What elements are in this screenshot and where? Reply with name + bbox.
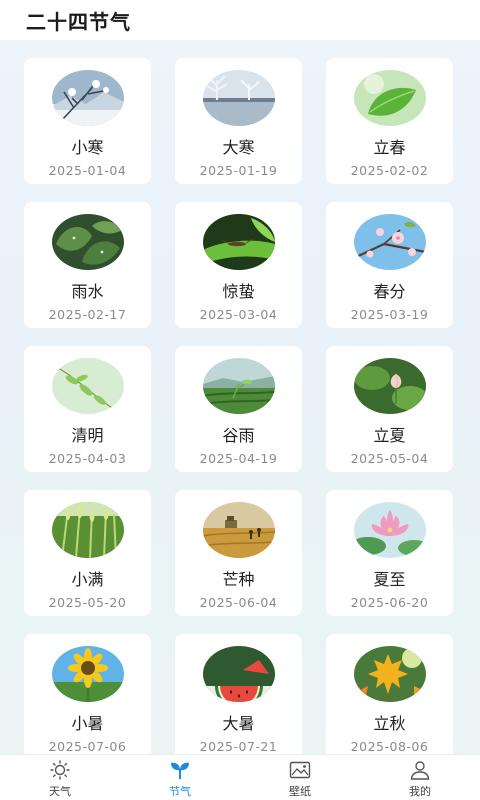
solar-term-image — [51, 358, 124, 414]
solar-term-date: 2025-06-20 — [350, 595, 429, 610]
tab-mine-label: 我的 — [409, 785, 431, 798]
tab-weather-label: 天气 — [49, 785, 71, 798]
solar-term-date: 2025-03-19 — [350, 307, 429, 322]
image-icon — [289, 761, 311, 779]
user-icon — [410, 761, 430, 780]
solar-term-image — [353, 214, 426, 270]
solar-term-image — [353, 70, 426, 126]
solar-term-date: 2025-06-04 — [199, 595, 278, 610]
solar-term-name: 芒种 — [222, 570, 255, 589]
page-title: 二十四节气 — [26, 9, 131, 34]
solar-term-image — [353, 502, 426, 558]
sun-icon — [50, 760, 70, 780]
solar-term-card[interactable]: 立秋 2025-08-06 — [326, 634, 453, 754]
solar-term-date: 2025-05-04 — [350, 451, 429, 466]
solar-term-card[interactable]: 清明 2025-04-03 — [24, 346, 151, 472]
tab-solar-terms[interactable]: 节气 — [120, 755, 240, 800]
solar-term-name: 立夏 — [373, 426, 406, 445]
solar-term-date: 2025-03-04 — [199, 307, 278, 322]
solar-term-name: 小满 — [71, 570, 104, 589]
solar-term-name: 大暑 — [222, 714, 255, 733]
solar-term-name: 谷雨 — [222, 426, 255, 445]
solar-term-date: 2025-02-02 — [350, 163, 429, 178]
bottom-tab-bar: 天气 节气 壁纸 我的 — [0, 754, 480, 800]
tab-mine[interactable]: 我的 — [360, 755, 480, 800]
solar-term-card[interactable]: 惊蛰 2025-03-04 — [175, 202, 302, 328]
solar-term-date: 2025-07-06 — [48, 739, 127, 754]
solar-term-card[interactable]: 小暑 2025-07-06 — [24, 634, 151, 754]
solar-term-card[interactable]: 春分 2025-03-19 — [326, 202, 453, 328]
solar-term-card[interactable]: 大寒 2025-01-19 — [175, 58, 302, 184]
solar-term-image — [202, 358, 275, 414]
solar-term-name: 大寒 — [222, 138, 255, 157]
solar-term-image — [51, 70, 124, 126]
tab-weather[interactable]: 天气 — [0, 755, 120, 800]
tab-wallpaper-label: 壁纸 — [289, 785, 311, 798]
solar-term-date: 2025-07-21 — [199, 739, 278, 754]
solar-term-name: 惊蛰 — [222, 282, 255, 301]
tab-solar-terms-label: 节气 — [169, 785, 191, 798]
solar-term-name: 小暑 — [71, 714, 104, 733]
solar-terms-grid[interactable]: 小寒 2025-01-04 大寒 2025-01-19 立春 2025-02-02 雨水 20… — [0, 58, 480, 754]
solar-term-image — [51, 214, 124, 270]
solar-term-image — [51, 502, 124, 558]
solar-term-card[interactable]: 雨水 2025-02-17 — [24, 202, 151, 328]
solar-term-image — [353, 646, 426, 702]
solar-term-image — [51, 646, 124, 702]
solar-term-name: 春分 — [373, 282, 406, 301]
solar-term-card[interactable]: 立春 2025-02-02 — [326, 58, 453, 184]
solar-term-image — [353, 358, 426, 414]
solar-term-date: 2025-04-19 — [199, 451, 278, 466]
solar-term-name: 小寒 — [71, 138, 104, 157]
solar-term-name: 清明 — [71, 426, 104, 445]
solar-term-date: 2025-08-06 — [350, 739, 429, 754]
solar-term-name: 雨水 — [71, 282, 104, 301]
solar-term-image — [202, 214, 275, 270]
sprout-icon — [171, 762, 189, 779]
solar-term-card[interactable]: 小寒 2025-01-04 — [24, 58, 151, 184]
tab-wallpaper[interactable]: 壁纸 — [240, 755, 360, 800]
solar-term-date: 2025-01-19 — [199, 163, 278, 178]
solar-term-image — [202, 502, 275, 558]
solar-term-image — [202, 70, 275, 126]
solar-term-image — [202, 646, 275, 702]
solar-term-card[interactable]: 立夏 2025-05-04 — [326, 346, 453, 472]
app-header: 二十四节气 — [0, 0, 480, 40]
solar-term-card[interactable]: 小满 2025-05-20 — [24, 490, 151, 616]
solar-term-card[interactable]: 夏至 2025-06-20 — [326, 490, 453, 616]
solar-term-name: 立秋 — [373, 714, 406, 733]
solar-term-date: 2025-04-03 — [48, 451, 127, 466]
solar-term-date: 2025-02-17 — [48, 307, 127, 322]
solar-term-card[interactable]: 芒种 2025-06-04 — [175, 490, 302, 616]
solar-term-name: 立春 — [373, 138, 406, 157]
solar-term-card[interactable]: 大暑 2025-07-21 — [175, 634, 302, 754]
solar-term-name: 夏至 — [373, 570, 406, 589]
solar-term-card[interactable]: 谷雨 2025-04-19 — [175, 346, 302, 472]
solar-term-date: 2025-01-04 — [48, 163, 127, 178]
solar-term-date: 2025-05-20 — [48, 595, 127, 610]
